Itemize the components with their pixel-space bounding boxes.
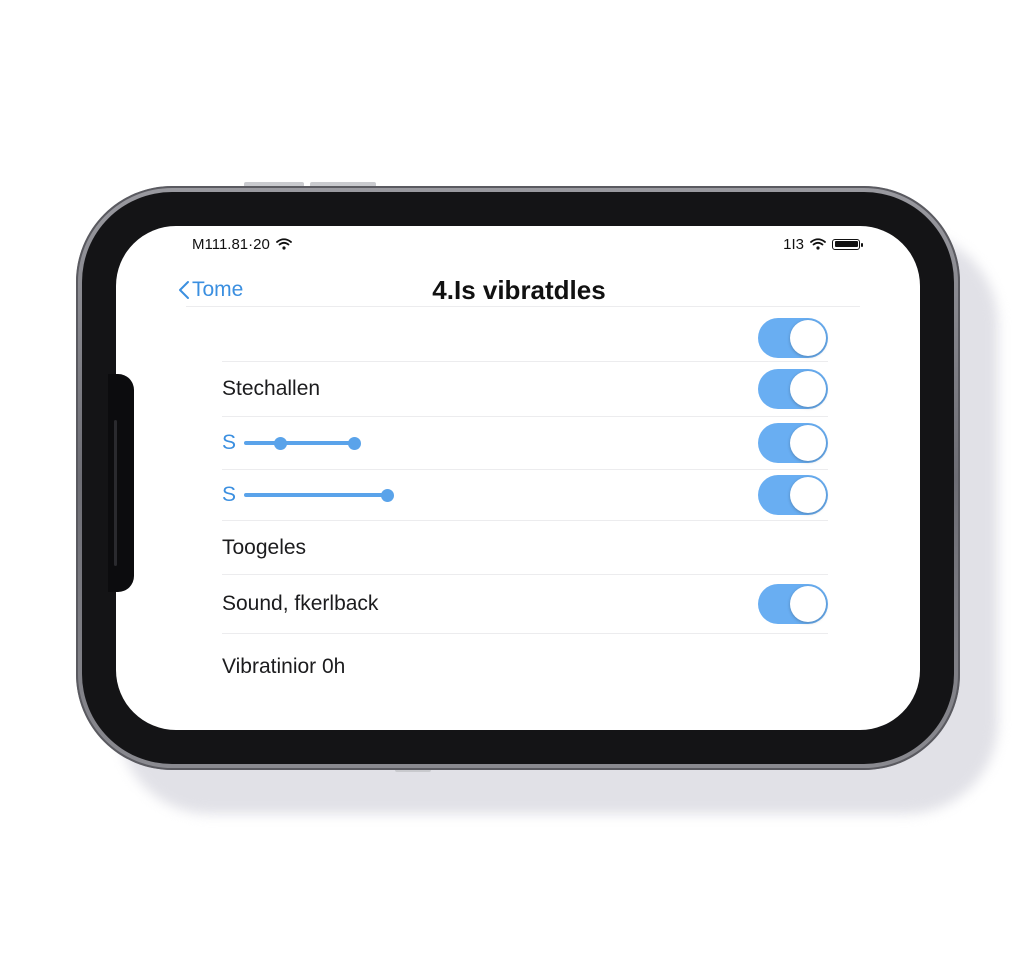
status-time: M111.81·20 <box>192 235 270 253</box>
toggle-knob <box>790 586 826 622</box>
list-item-slider-1: S <box>222 417 828 470</box>
row-label: Sound, fkerlback <box>222 592 379 615</box>
phone-bezel: M111.81·20 1I3 Tome 4.Is vibratdles Stec… <box>82 192 954 764</box>
back-button[interactable]: Tome <box>178 270 243 310</box>
slider-track[interactable] <box>244 488 395 502</box>
slider-control: S <box>222 431 362 455</box>
toggle-knob <box>790 425 826 461</box>
status-right: 1I3 <box>783 235 863 253</box>
toggle-switch[interactable] <box>758 584 828 624</box>
page-title: 4.Is vibratdles <box>432 275 606 305</box>
toggle-knob <box>790 477 826 513</box>
row-label: Stechallen <box>222 377 321 400</box>
nav-divider <box>186 306 860 307</box>
side-notch <box>108 374 134 592</box>
slider-thumb-end[interactable] <box>348 436 362 450</box>
battery-icon <box>832 238 863 250</box>
stage: M111.81·20 1I3 Tome 4.Is vibratdles Stec… <box>0 0 1024 960</box>
toggle-switch[interactable] <box>758 423 828 463</box>
chevron-left-icon <box>179 281 189 299</box>
toggle-switch[interactable] <box>758 317 828 358</box>
back-label: Tome <box>192 278 244 301</box>
slider-label: S <box>222 431 237 454</box>
status-left: M111.81·20 <box>192 236 292 253</box>
toggle-switch[interactable] <box>758 369 828 409</box>
notch-line <box>114 420 117 566</box>
phone-frame: M111.81·20 1I3 Tome 4.Is vibratdles Stec… <box>76 186 960 770</box>
slider-label: S <box>222 483 237 506</box>
list-item-slider-2: S <box>222 470 828 521</box>
row-label: Vibratinior 0h <box>222 655 346 678</box>
navigation-bar: Tome 4.Is vibratdles <box>178 270 860 310</box>
slider-thumb[interactable] <box>381 488 395 502</box>
list-item-vibration[interactable]: Vibratinior 0h <box>222 634 828 700</box>
toggle-knob <box>790 319 826 356</box>
slider-control: S <box>222 483 395 507</box>
slider-thumb-start[interactable] <box>274 436 288 450</box>
settings-list: Stechallen S S Toogeles Sound, fkerlback… <box>222 314 828 700</box>
list-item-stechallen: Stechallen <box>222 362 828 417</box>
status-right-text: 1I3 <box>783 235 804 253</box>
wifi-icon <box>810 238 826 250</box>
row-label: Toogeles <box>222 535 307 559</box>
wifi-icon <box>275 238 292 250</box>
phone-screen: M111.81·20 1I3 Tome 4.Is vibratdles Stec… <box>116 226 920 730</box>
list-item-sound-feedback: Sound, fkerlback <box>222 575 828 634</box>
toggle-switch[interactable] <box>758 475 828 515</box>
toggle-knob <box>790 371 826 407</box>
slider-track[interactable] <box>244 436 362 450</box>
list-item-toogeles: Toogeles <box>222 521 828 575</box>
status-bar: M111.81·20 1I3 <box>192 234 863 254</box>
list-item-blank <box>222 314 828 362</box>
